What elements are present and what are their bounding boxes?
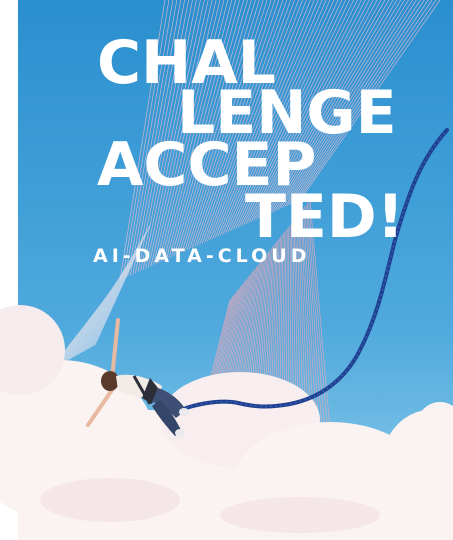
headline-line-4: TED! (245, 182, 405, 252)
poster: CHAL LENGE ACCEP TED! AI-DATA-CLOUD (0, 0, 453, 540)
tagline: AI-DATA-CLOUD (93, 245, 311, 267)
